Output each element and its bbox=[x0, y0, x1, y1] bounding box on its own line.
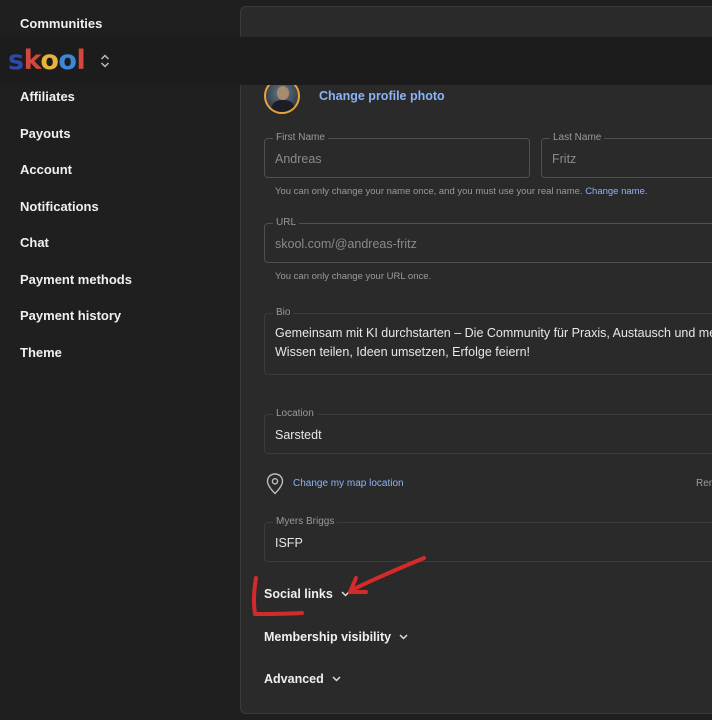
bio-field[interactable]: Bio Gemeinsam mit KI durchstarten – Die … bbox=[264, 307, 712, 375]
sidebar-item-payment-history[interactable]: Payment history bbox=[20, 308, 121, 323]
myers-briggs-value: ISFP bbox=[275, 536, 303, 550]
last-name-value: Fritz bbox=[552, 152, 577, 166]
membership-visibility-toggle[interactable]: Membership visibility bbox=[264, 630, 408, 644]
change-name-link[interactable]: Change name. bbox=[585, 186, 647, 197]
top-bar: skool bbox=[0, 37, 712, 85]
last-name-label: Last Name bbox=[550, 132, 605, 144]
sidebar-item-theme[interactable]: Theme bbox=[20, 345, 62, 360]
sidebar-item-notifications[interactable]: Notifications bbox=[20, 199, 99, 214]
chevron-down-icon bbox=[399, 634, 408, 640]
url-helper-text: You can only change your URL once. bbox=[275, 271, 432, 282]
url-label: URL bbox=[273, 217, 300, 229]
bio-line-2: Wissen teilen, Ideen umsetzen, Erfolge f… bbox=[275, 345, 530, 359]
bio-line-1: Gemeinsam mit KI durchstarten – Die Comm… bbox=[275, 326, 712, 340]
first-name-field[interactable]: First Name Andreas bbox=[264, 132, 530, 178]
sidebar-item-affiliates[interactable]: Affiliates bbox=[20, 89, 75, 104]
location-value: Sarstedt bbox=[275, 428, 322, 442]
first-name-label: First Name bbox=[273, 132, 328, 144]
chevron-down-icon bbox=[332, 676, 341, 682]
sidebar-item-communities[interactable]: Communities bbox=[20, 16, 102, 31]
bio-label: Bio bbox=[273, 307, 294, 319]
location-label: Location bbox=[273, 408, 317, 420]
skool-logo[interactable]: skool bbox=[8, 45, 86, 77]
map-pin-icon bbox=[264, 472, 286, 501]
chevron-up-down-icon[interactable] bbox=[98, 51, 112, 71]
location-field[interactable]: Location Sarstedt bbox=[264, 408, 712, 454]
sidebar-item-payment-methods[interactable]: Payment methods bbox=[20, 272, 132, 287]
sidebar-item-chat[interactable]: Chat bbox=[20, 235, 49, 250]
social-links-toggle[interactable]: Social links bbox=[264, 587, 350, 601]
change-profile-photo-link[interactable]: Change profile photo bbox=[319, 89, 445, 103]
advanced-label: Advanced bbox=[264, 672, 324, 686]
advanced-toggle[interactable]: Advanced bbox=[264, 672, 341, 686]
url-value: skool.com/@andreas-fritz bbox=[275, 237, 417, 251]
change-map-location-link[interactable]: Change my map location bbox=[293, 478, 404, 489]
social-links-label: Social links bbox=[264, 587, 333, 601]
myers-briggs-label: Myers Briggs bbox=[273, 516, 338, 528]
sidebar: Communities Affiliates Payouts Account N… bbox=[0, 0, 238, 720]
first-name-value: Andreas bbox=[275, 152, 322, 166]
url-field[interactable]: URL skool.com/@andreas-fritz bbox=[264, 217, 712, 263]
name-helper-text: You can only change your name once, and … bbox=[275, 186, 648, 197]
sidebar-item-account[interactable]: Account bbox=[20, 162, 72, 177]
membership-visibility-label: Membership visibility bbox=[264, 630, 392, 644]
sidebar-item-payouts[interactable]: Payouts bbox=[20, 126, 71, 141]
chevron-down-icon bbox=[341, 591, 350, 597]
remove-map-location-link[interactable]: Rem bbox=[696, 478, 712, 489]
last-name-field[interactable]: Last Name Fritz bbox=[541, 132, 712, 178]
myers-briggs-field[interactable]: Myers Briggs ISFP bbox=[264, 516, 712, 562]
